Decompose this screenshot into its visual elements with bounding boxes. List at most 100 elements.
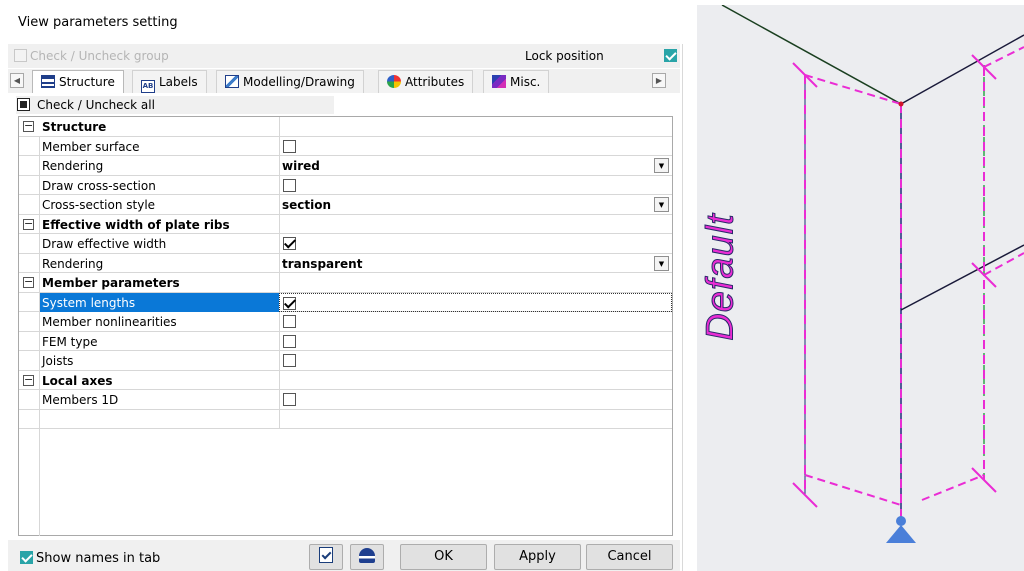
row-draw-effective-width[interactable]: Draw effective width [19,234,672,254]
check-all-label: Check / Uncheck all [37,98,155,112]
beam-top-right [900,34,1024,105]
group-title: Local axes [42,373,113,388]
apply-button[interactable]: Apply [494,544,581,570]
property-value [279,312,672,331]
row-members-1d[interactable]: Members 1D [19,390,672,410]
ok-button[interactable]: OK [400,544,487,570]
default-label: Default [699,213,742,341]
row-draw-cross-section[interactable]: Draw cross-section [19,175,672,195]
group-local-axes[interactable]: − Local axes [19,370,672,390]
property-value [279,409,672,429]
chevron-down-icon[interactable]: ▼ [654,255,669,271]
group-effective-width[interactable]: − Effective width of plate ribs [19,214,672,234]
property-name: Member nonlinearities [42,315,177,329]
property-value [279,136,672,156]
property-value [279,234,672,253]
property-value [279,331,672,351]
structure-viewport[interactable] [697,5,1024,571]
node-top [898,101,904,107]
property-value[interactable]: transparent ▼ [279,253,672,273]
property-value[interactable]: wired ▼ [279,156,672,175]
joists-checkbox[interactable] [283,354,296,367]
fem-type-checkbox[interactable] [283,334,296,348]
rendering-select-value: wired [282,159,320,173]
member-nonlinearities-checkbox[interactable] [283,315,296,328]
check-defaults-button[interactable] [309,544,343,570]
tab-structure[interactable]: Structure [32,70,124,93]
property-grid: − Structure Member surface Rendering wir… [18,116,673,536]
check-group-checkbox[interactable] [14,49,27,62]
tick-bottom-right [971,467,997,493]
property-name: Cross-section style [42,198,156,212]
draw-effective-width-checkbox[interactable] [283,237,296,250]
row-member-surface[interactable]: Member surface [19,136,672,156]
tab-label: Misc. [510,75,541,89]
system-lengths-checkbox[interactable] [283,296,296,310]
draw-cross-section-checkbox[interactable] [283,178,296,192]
property-name: Rendering [42,159,104,173]
property-name [42,410,279,429]
check-group-row: Check / Uncheck group Lock position [8,44,680,68]
tab-scroll-left-icon[interactable]: ◀ [10,73,24,88]
tab-label: Attributes [405,75,465,89]
group-member-parameters[interactable]: − Member parameters [19,273,672,293]
rendering-ribs-select-value: transparent [282,256,363,271]
group-value-cell [279,214,672,234]
member-surface-checkbox[interactable] [283,139,296,153]
check-all-row: Check / Uncheck all [8,94,680,116]
property-name: System lengths [40,292,279,312]
tab-label: Modelling/Drawing [243,75,355,89]
property-name: Draw cross-section [42,178,156,193]
check-all-checkbox[interactable] [17,98,30,111]
attributes-icon [387,75,401,88]
dialog-footer: Show names in tab OK Apply Cancel [8,540,680,571]
misc-icon [492,75,506,88]
group-value-cell [279,117,672,136]
chevron-down-icon[interactable]: ▼ [654,158,669,173]
property-value [279,292,672,312]
group-title: Member parameters [42,276,180,290]
view-parameters-dialog: View parameters setting Check / Uncheck … [0,0,683,571]
labels-icon: AB [141,80,155,93]
tab-misc[interactable]: Misc. [483,70,550,93]
property-name: FEM type [42,334,98,349]
group-value-cell [279,370,672,390]
check-group-label: Check / Uncheck group [30,49,169,63]
structure-drawing [721,5,1024,543]
property-value [279,175,672,195]
row-joists[interactable]: Joists [19,351,672,371]
property-value[interactable]: section ▼ [279,195,672,214]
support-pin [896,516,906,526]
lock-position-checkbox[interactable] [664,49,677,62]
dimension-top-leader [804,74,902,105]
modelling-drawing-icon [225,75,239,88]
lock-position-label: Lock position [525,49,604,63]
row-member-nonlinearities[interactable]: Member nonlinearities [19,312,672,332]
tab-modelling-drawing[interactable]: Modelling/Drawing [216,70,364,93]
group-title: Structure [42,120,107,134]
group-structure[interactable]: − Structure [19,117,672,137]
tab-bar: ◀ Structure AB Labels Modelling/Drawing A… [8,69,680,93]
group-value-cell [279,273,672,292]
chevron-down-icon[interactable]: ▼ [654,197,669,212]
cancel-button[interactable]: Cancel [586,544,673,570]
members-1d-checkbox[interactable] [283,393,296,406]
property-value [279,351,672,370]
row-system-lengths[interactable]: System lengths [19,292,672,312]
dialog-title: View parameters setting [0,0,683,44]
dimension-bottom-leader [804,474,902,506]
show-names-label: Show names in tab [36,551,161,566]
row-cross-section-style[interactable]: Cross-section style section ▼ [19,195,672,215]
row-fem-type[interactable]: FEM type [19,331,672,351]
tab-attributes[interactable]: Attributes [378,70,474,93]
tab-scroll-right-icon[interactable]: ▶ [652,73,666,88]
save-defaults-button[interactable] [350,544,384,570]
checklist-icon [319,547,333,563]
row-rendering[interactable]: Rendering wired ▼ [19,156,672,176]
property-name: Members 1D [42,393,119,407]
structure-icon [41,75,55,88]
tab-labels[interactable]: AB Labels [132,70,207,93]
save-icon [359,547,375,563]
show-names-checkbox[interactable] [20,551,33,564]
row-rendering-ribs[interactable]: Rendering transparent ▼ [19,253,672,273]
